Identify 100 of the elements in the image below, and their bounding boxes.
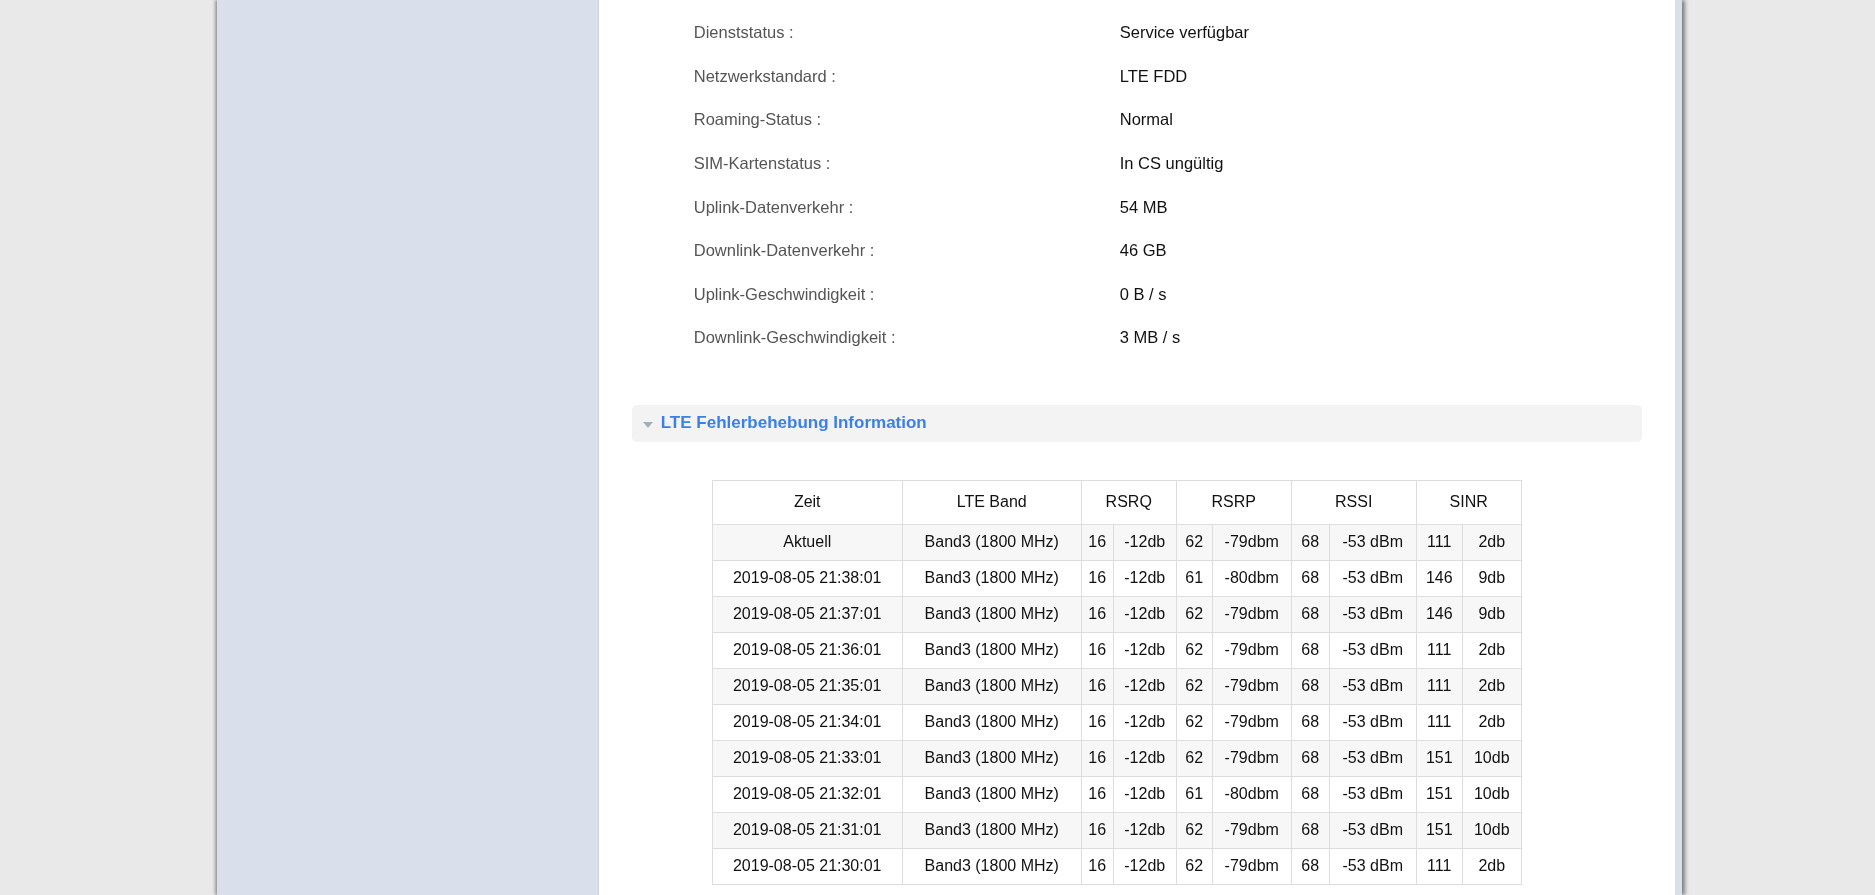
table-cell: 2019-08-05 21:31:01 <box>712 812 903 849</box>
table-cell: -53 dBm <box>1328 632 1416 668</box>
table-cell-text: 68 <box>1300 712 1321 733</box>
table-cell: Band3 (1800 MHz) <box>902 632 1082 669</box>
table-cell: -80dbm <box>1211 776 1291 812</box>
table-cell-text: 62 <box>1184 856 1205 877</box>
table-cell: 2019-08-05 21:36:01 <box>712 632 903 669</box>
field-value: 0 B / s <box>1119 284 1167 304</box>
table-cell-text: 68 <box>1300 640 1321 661</box>
table-cell: 2019-08-05 21:33:01 <box>712 740 903 777</box>
table-cell-text: 111 <box>1426 712 1453 733</box>
field-value: Service verfügbar <box>1119 23 1250 43</box>
table-cell: 2db <box>1461 668 1521 704</box>
field-value: LTE FDD <box>1119 66 1188 86</box>
table-cell-text: 16 <box>1087 712 1108 733</box>
table-cell-text: 146 <box>1424 604 1454 625</box>
table-cell: -53 dBm <box>1328 740 1416 776</box>
table-cell-text: 68 <box>1300 820 1321 841</box>
table-cell-text: 151 <box>1424 820 1454 841</box>
table-cell-text: 62 <box>1184 712 1205 733</box>
table-cell: 10db <box>1461 740 1521 776</box>
table-cell: Band3 (1800 MHz) <box>902 596 1082 633</box>
column-header: LTE Band <box>902 480 1082 525</box>
table-cell: Band3 (1800 MHz) <box>902 704 1082 741</box>
table-cell-text: 16 <box>1087 532 1108 553</box>
table-cell: 10db <box>1461 812 1521 848</box>
table-cell: 2019-08-05 21:32:01 <box>712 776 903 813</box>
table-cell: -79dbm <box>1211 812 1291 848</box>
table-cell-text: 68 <box>1300 856 1321 877</box>
table-cell-text: 68 <box>1300 784 1321 805</box>
table-cell: 2db <box>1461 524 1521 560</box>
table-cell: -12db <box>1112 668 1176 704</box>
table-cell: -53 dBm <box>1328 668 1416 704</box>
table-cell-text: 68 <box>1300 568 1321 589</box>
table-cell: -12db <box>1112 524 1176 560</box>
table-cell-text: 61 <box>1184 568 1205 589</box>
table-cell: 2019-08-05 21:30:01 <box>712 848 903 885</box>
table-cell: -79dbm <box>1211 596 1291 632</box>
table-cell: -79dbm <box>1211 740 1291 776</box>
table-cell: -53 dBm <box>1328 524 1416 560</box>
column-header: RSRQ <box>1081 480 1177 525</box>
column-header: Zeit <box>712 480 903 525</box>
field-value: Normal <box>1119 110 1173 130</box>
table-cell-text: 146 <box>1424 568 1454 589</box>
table-cell-text: 151 <box>1424 748 1454 769</box>
table-cell-text: 68 <box>1300 532 1321 553</box>
table-cell: -79dbm <box>1211 848 1291 884</box>
table-cell-text: 62 <box>1184 748 1205 769</box>
table-cell-text: 16 <box>1087 748 1108 769</box>
column-header: RSRP <box>1176 480 1292 525</box>
table-cell: -53 dBm <box>1328 704 1416 740</box>
table-cell: Band3 (1800 MHz) <box>902 812 1082 849</box>
table-cell-text: 62 <box>1184 676 1205 697</box>
table-cell-text: 61 <box>1184 784 1205 805</box>
field-label: Uplink-Datenverkehr : <box>693 197 855 217</box>
table-cell: -53 dBm <box>1328 812 1416 848</box>
table-cell-text: 62 <box>1184 820 1205 841</box>
table-cell: 2019-08-05 21:35:01 <box>712 668 903 705</box>
table-cell: Band3 (1800 MHz) <box>902 776 1082 813</box>
table-cell: Band3 (1800 MHz) <box>902 740 1082 777</box>
table-cell: -12db <box>1112 704 1176 740</box>
field-value: 46 GB <box>1119 241 1167 261</box>
field-label: Downlink-Geschwindigkeit : <box>693 328 897 348</box>
table-cell: -12db <box>1112 848 1176 884</box>
table-cell-text: 16 <box>1087 640 1108 661</box>
table-cell: Band3 (1800 MHz) <box>902 848 1082 885</box>
table-cell: 10db <box>1461 776 1521 812</box>
table-cell: -12db <box>1112 632 1176 668</box>
field-value: 54 MB <box>1119 197 1168 217</box>
table-cell: -12db <box>1112 560 1176 596</box>
table-cell: -79dbm <box>1211 632 1291 668</box>
field-value: 3 MB / s <box>1119 328 1181 348</box>
table-cell-text: 111 <box>1426 676 1453 697</box>
table-cell: 2019-08-05 21:38:01 <box>712 560 903 597</box>
table-cell-text: 68 <box>1300 676 1321 697</box>
table-cell: 2019-08-05 21:37:01 <box>712 596 903 633</box>
table-cell-text: 68 <box>1300 604 1321 625</box>
table-cell-text: 16 <box>1087 784 1108 805</box>
table-cell: 2db <box>1461 632 1521 668</box>
table-cell-text: 16 <box>1087 604 1108 625</box>
table-cell: -79dbm <box>1211 524 1291 560</box>
table-cell: -12db <box>1112 776 1176 812</box>
table-cell: 2019-08-05 21:34:01 <box>712 704 903 741</box>
field-label: Netzwerkstandard : <box>693 66 837 86</box>
field-label: SIM-Kartenstatus : <box>693 154 832 174</box>
table-cell: -53 dBm <box>1328 848 1416 884</box>
table-cell-text: 111 <box>1426 532 1453 553</box>
section-header[interactable]: LTE Fehlerbehebung Information <box>631 404 1642 442</box>
table-cell: 2db <box>1461 848 1521 884</box>
table-cell: Band3 (1800 MHz) <box>902 524 1082 561</box>
table-cell-text: 16 <box>1087 676 1108 697</box>
caret-down-icon <box>641 421 654 430</box>
table-cell: -12db <box>1112 596 1176 632</box>
table-cell: -12db <box>1112 812 1176 848</box>
table-cell: 2db <box>1461 704 1521 740</box>
table-cell-text: 16 <box>1087 568 1108 589</box>
column-header: SINR <box>1416 480 1522 525</box>
table-cell-text: 16 <box>1087 820 1108 841</box>
table-cell-text: 62 <box>1184 604 1205 625</box>
table-cell: -12db <box>1112 740 1176 776</box>
